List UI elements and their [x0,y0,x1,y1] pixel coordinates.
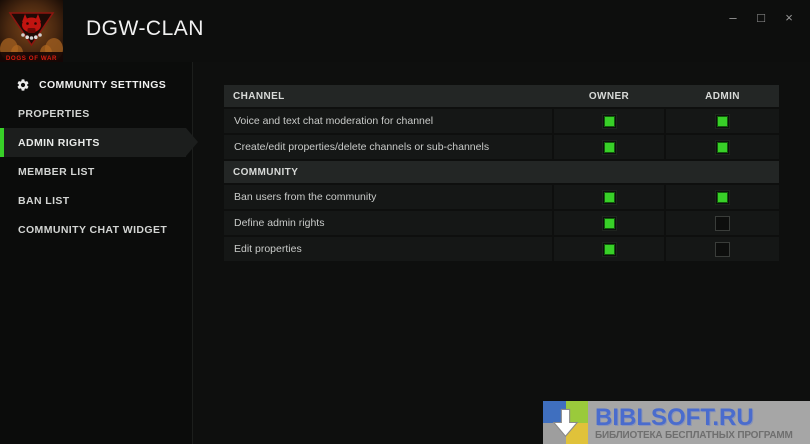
admin-checkbox[interactable] [715,189,730,205]
sidebar-header-label: COMMUNITY SETTINGS [39,78,167,91]
watermark-title: BIBLSOFT.RU [595,404,754,431]
owner-checkbox-cell [554,109,664,133]
section-title: CHANNEL [233,90,285,102]
section-title: COMMUNITY [233,166,299,178]
watermark-subtitle: БИБЛИОТЕКА БЕСПЛАТНЫХ ПРОГРАММ [595,429,793,441]
admin-checkbox[interactable] [715,113,730,129]
owner-checkbox[interactable] [601,241,617,257]
app-title: DGW-CLAN [86,17,204,40]
permission-row-ban-users-from-the-community: Ban users from the community [224,185,779,209]
permission-row-define-admin-rights: Define admin rights [224,211,779,235]
sidebar-item-ban-list[interactable]: BAN LIST [0,186,192,215]
minimize-button[interactable]: – [724,9,742,27]
sidebar: COMMUNITY SETTINGS PROPERTIES ADMIN RIGHT… [0,62,198,444]
section-header-community: COMMUNITY [224,161,779,183]
admin-checkbox-cell [666,211,779,235]
owner-checkbox[interactable] [601,113,617,129]
owner-checkbox-cell [554,211,664,235]
permission-row-edit-properties: Edit properties [224,237,779,261]
owner-checkbox[interactable] [601,215,617,231]
body: COMMUNITY SETTINGS PROPERTIES ADMIN RIGHT… [0,62,810,444]
clan-logo: DOGS OF WAR [0,0,63,63]
permission-label: Ban users from the community [224,185,552,209]
admin-checkbox[interactable] [715,241,730,257]
sidebar-item-member-list[interactable]: MEMBER LIST [0,157,192,186]
owner-checkbox-cell [554,135,664,159]
owner-checkbox-cell [554,185,664,209]
gear-icon [17,78,29,91]
sidebar-item-properties[interactable]: PROPERTIES [0,99,192,128]
watermark: BIBLSOFT.RU БИБЛИОТЕКА БЕСПЛАТНЫХ ПРОГРА… [543,401,810,444]
maximize-button[interactable]: □ [752,9,770,27]
permission-label: Edit properties [224,237,552,261]
permission-row-voice-and-text-chat-moderation-for-channel: Voice and text chat moderation for chann… [224,109,779,133]
clan-logo-text: DOGS OF WAR [6,55,57,62]
app-window: DOGS OF WAR DGW-CLAN – □ × COMMUNITY SET… [0,0,810,444]
owner-checkbox[interactable] [601,189,617,205]
watermark-text: BIBLSOFT.RU БИБЛИОТЕКА БЕСПЛАТНЫХ ПРОГРА… [588,405,793,441]
permission-label: Create/edit properties/delete channels o… [224,135,552,159]
admin-checkbox-cell [666,185,779,209]
close-button[interactable]: × [780,9,798,27]
column-header-admin: ADMIN [705,90,740,102]
watermark-logo [543,401,588,444]
owner-checkbox[interactable] [601,139,617,155]
admin-checkbox-cell [666,135,779,159]
sidebar-item-admin-rights[interactable]: ADMIN RIGHTS [0,128,198,157]
sidebar-header-community-settings[interactable]: COMMUNITY SETTINGS [0,70,192,99]
admin-checkbox-cell [666,237,779,261]
permissions-table: CHANNEL OWNER ADMIN Voice and text chat mod… [224,85,779,263]
permission-label: Define admin rights [224,211,552,235]
download-arrow-icon [552,408,579,438]
content: CHANNEL OWNER ADMIN Voice and text chat mod… [193,62,810,444]
section-header-channel: CHANNEL OWNER ADMIN [224,85,779,107]
sidebar-item-community-chat-widget[interactable]: COMMUNITY CHAT WIDGET [0,215,192,244]
permission-row-create-edit-properties-delete-channels-or-sub-channels: Create/edit properties/delete channels o… [224,135,779,159]
admin-checkbox-cell [666,109,779,133]
sidebar-items: PROPERTIES ADMIN RIGHTS MEMBER LIST BAN LIS… [0,99,198,244]
title-bar: DOGS OF WAR DGW-CLAN – □ × [0,0,810,63]
window-controls: – □ × [724,9,798,27]
permission-label: Voice and text chat moderation for chann… [224,109,552,133]
column-header-owner: OWNER [588,90,630,102]
admin-checkbox[interactable] [715,139,730,155]
admin-checkbox[interactable] [715,215,730,231]
owner-checkbox-cell [554,237,664,261]
